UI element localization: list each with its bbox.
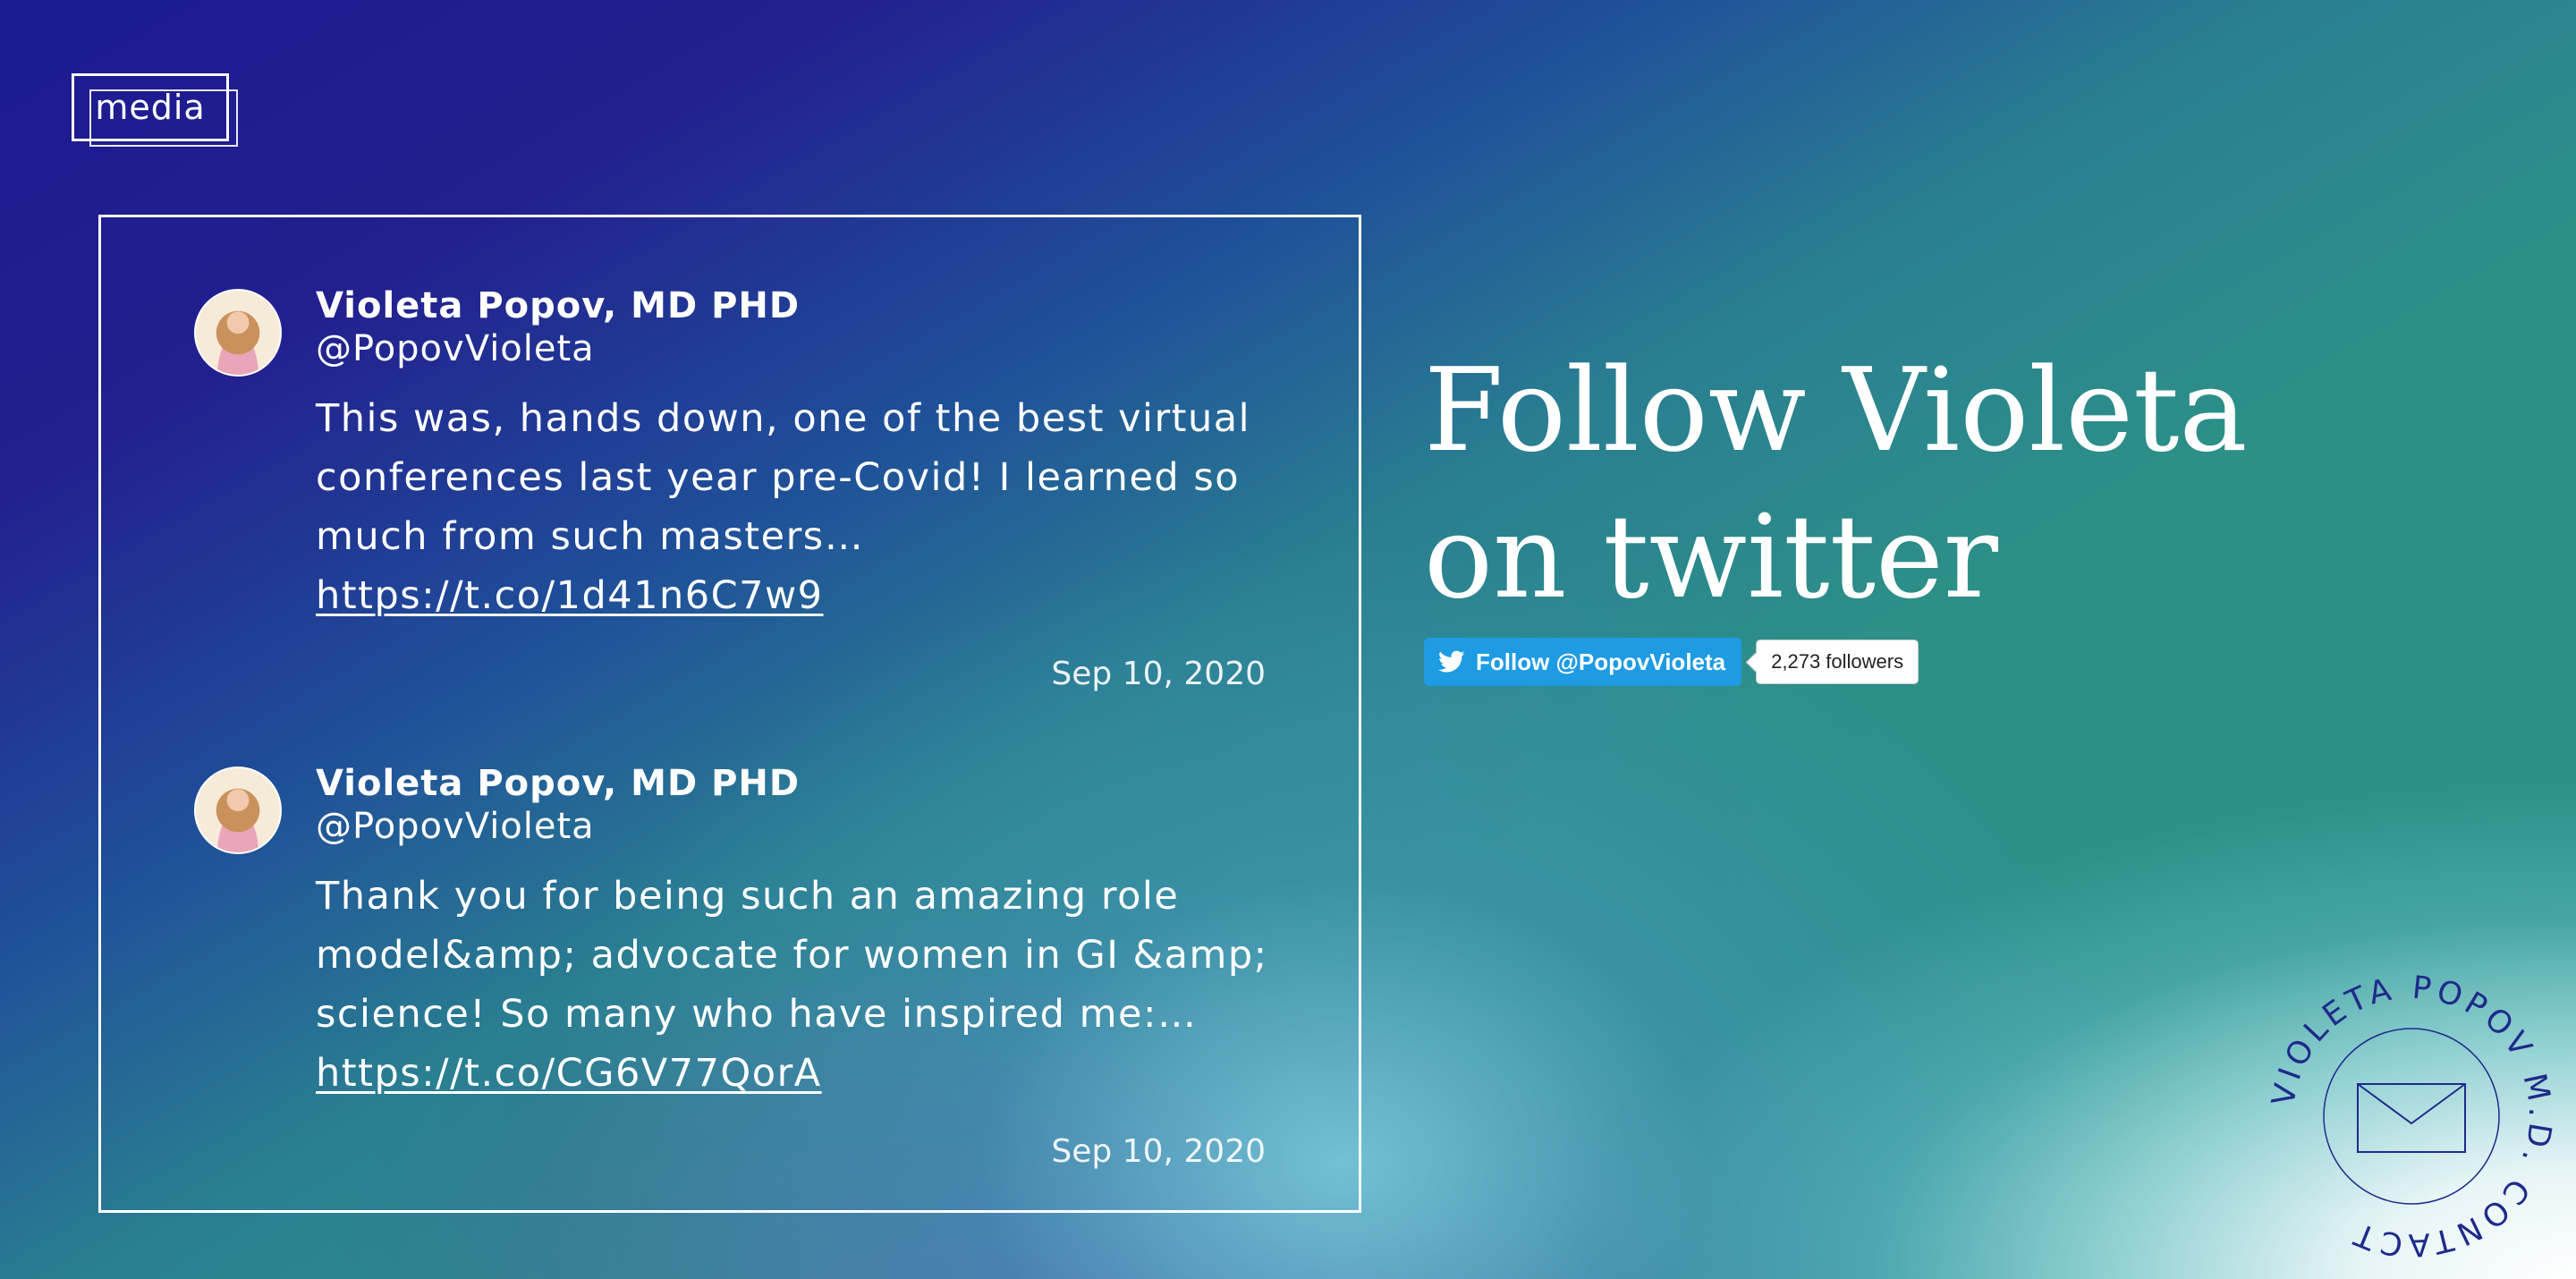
- tweet-link[interactable]: https://t.co/CG6V77QorA: [316, 1051, 822, 1096]
- followers-count[interactable]: 2,273 followers: [1756, 640, 1919, 684]
- media-tag: media: [72, 73, 238, 147]
- tweet-date[interactable]: Sep 10, 2020: [1051, 1133, 1266, 1170]
- tweet-author-name[interactable]: Violeta Popov, MD PHD: [316, 285, 800, 326]
- media-tag-label: media: [72, 73, 229, 141]
- contact-badge-ring-text: VIOLETA POPOV M.D. CONTACT: [2268, 973, 2555, 1259]
- tweet-text: This was, hands down, one of the best vi…: [316, 389, 1300, 625]
- contact-badge[interactable]: VIOLETA POPOV M.D. CONTACT: [2268, 973, 2555, 1259]
- tweet-date[interactable]: Sep 10, 2020: [1051, 656, 1266, 692]
- envelope-icon: [2357, 1083, 2466, 1153]
- tweet-author-handle[interactable]: @PopovVioleta: [316, 806, 595, 847]
- tweet-body: This was, hands down, one of the best vi…: [316, 396, 1251, 559]
- avatar[interactable]: [194, 767, 282, 854]
- follow-button-label: Follow @PopovVioleta: [1476, 648, 1726, 675]
- tweet-author-handle[interactable]: @PopovVioleta: [316, 328, 595, 369]
- contact-badge-inner-ring: [2323, 1028, 2500, 1205]
- tweet-link[interactable]: https://t.co/1d41n6C7w9: [316, 573, 824, 618]
- tweet-feed: Violeta Popov, MD PHD @PopovVioleta This…: [98, 215, 1361, 1213]
- tweet-author-name[interactable]: Violeta Popov, MD PHD: [316, 763, 800, 804]
- follow-button[interactable]: Follow @PopovVioleta: [1424, 638, 1742, 686]
- tweet-text: Thank you for being such an amazing role…: [316, 867, 1300, 1103]
- follow-heading: Follow Violeta on twitter: [1424, 344, 2248, 624]
- tweet-body: Thank you for being such an amazing role…: [316, 874, 1268, 1037]
- twitter-follow-widget: Follow @PopovVioleta 2,273 followers: [1424, 638, 1919, 686]
- twitter-bird-icon: [1438, 650, 1465, 673]
- avatar[interactable]: [194, 289, 282, 377]
